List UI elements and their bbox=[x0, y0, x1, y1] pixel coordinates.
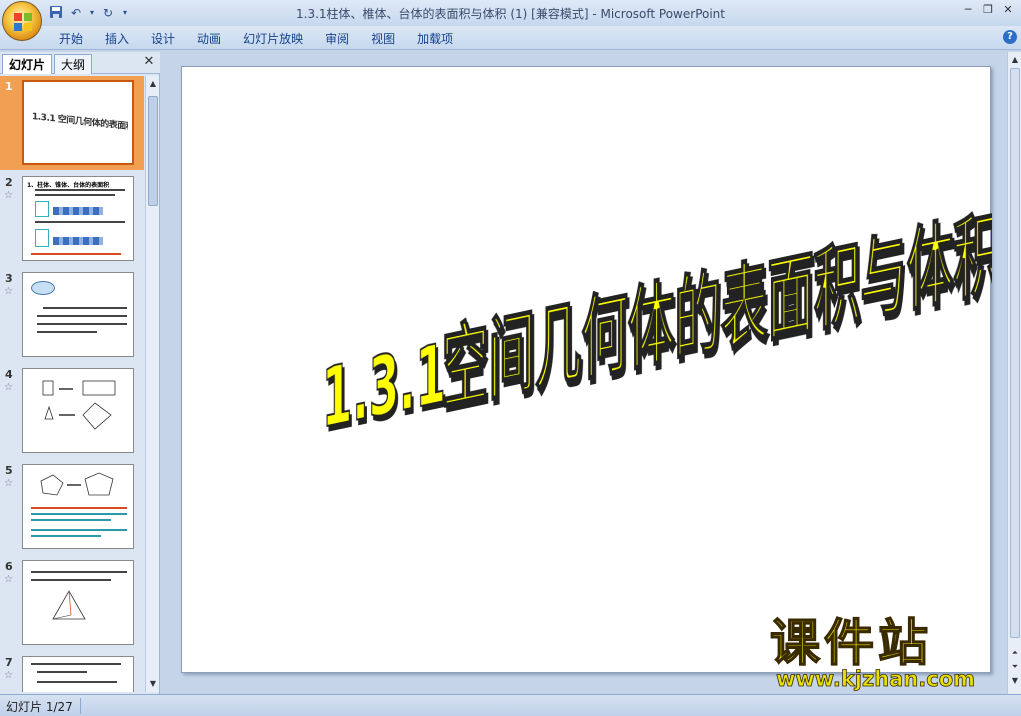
geometry-diagram bbox=[42, 380, 116, 430]
help-icon[interactable]: ? bbox=[1003, 30, 1017, 44]
previous-slide-icon[interactable]: ⏶ bbox=[1010, 648, 1020, 658]
minimize-icon[interactable]: ─ bbox=[959, 2, 977, 18]
transition-star-icon: ☆ bbox=[4, 382, 13, 393]
net-shape bbox=[53, 237, 103, 245]
tab-insert[interactable]: 插入 bbox=[94, 30, 140, 48]
scroll-up-icon[interactable]: ▲ bbox=[148, 79, 158, 89]
pane-tabs: 幻灯片 大纲 ✕ bbox=[0, 52, 160, 74]
office-logo-icon bbox=[14, 13, 32, 31]
slide-thumbnail-3[interactable]: 3 ☆ bbox=[0, 268, 144, 362]
thumb-heading: 1、柱体、锥体、台体的表面积 bbox=[27, 182, 110, 189]
tab-slideshow[interactable]: 幻灯片放映 bbox=[232, 30, 314, 48]
prism-shape bbox=[35, 201, 49, 217]
tab-slides[interactable]: 幻灯片 bbox=[2, 54, 53, 74]
geometry-diagram bbox=[31, 571, 127, 620]
slide-preview: 1、柱体、锥体、台体的表面积 bbox=[22, 176, 134, 261]
slide-number: 2 bbox=[5, 176, 13, 189]
slide-preview bbox=[22, 464, 134, 549]
transition-star-icon: ☆ bbox=[4, 670, 13, 681]
slide-preview: 1.3.1 空间几何体的表面积与体积 bbox=[22, 80, 134, 165]
tab-addins[interactable]: 加载项 bbox=[406, 30, 464, 48]
text-line bbox=[35, 221, 125, 223]
slide-preview bbox=[22, 272, 134, 357]
slide-preview bbox=[22, 656, 134, 692]
restore-icon[interactable]: ❐ bbox=[979, 2, 997, 18]
text-line bbox=[37, 323, 127, 325]
slide-thumbnail-1[interactable]: 1 1.3.1 空间几何体的表面积与体积 bbox=[0, 76, 144, 170]
close-pane-icon[interactable]: ✕ bbox=[142, 55, 156, 69]
title-number: 1.3.1 bbox=[322, 326, 446, 447]
tab-outline[interactable]: 大纲 bbox=[54, 54, 93, 74]
text-line bbox=[31, 663, 121, 665]
tab-view[interactable]: 视图 bbox=[360, 30, 406, 48]
slide-thumbnail-2[interactable]: 2 ☆ 1、柱体、锥体、台体的表面积 bbox=[0, 172, 144, 266]
slide-editor: 1.3.1 空间几何体的表面积与体积 bbox=[162, 52, 1007, 694]
slide-title-wordart[interactable]: 1.3.1 空间几何体的表面积与体积 bbox=[182, 67, 1000, 674]
slide-counter: 幻灯片 1/27 bbox=[6, 700, 73, 714]
slide-number: 1 bbox=[5, 80, 13, 93]
status-divider bbox=[80, 698, 81, 714]
status-bar: 幻灯片 1/27 bbox=[0, 694, 1021, 716]
scroll-down-icon[interactable]: ▼ bbox=[1010, 676, 1020, 686]
watermark-url: www.kjzhan.com bbox=[776, 667, 975, 691]
text-line bbox=[31, 253, 121, 255]
slide-preview bbox=[22, 368, 134, 453]
watermark-brand: 课件站 bbox=[770, 614, 932, 672]
scroll-thumb[interactable] bbox=[1010, 68, 1020, 638]
window-controls: ─ ❐ ✕ bbox=[959, 2, 1017, 18]
site-watermark: 课件站 www.kjzhan.com bbox=[764, 612, 1004, 692]
transition-star-icon: ☆ bbox=[4, 478, 13, 489]
ribbon-tabs: 开始 插入 设计 动画 幻灯片放映 审阅 视图 加载项 bbox=[48, 30, 464, 48]
slide-thumbnails: 1 1.3.1 空间几何体的表面积与体积 2 ☆ 1、柱体、锥体、台体的表面积 bbox=[0, 76, 144, 692]
scroll-down-icon[interactable]: ▼ bbox=[148, 679, 158, 689]
watermark-logo: 课件站 www.kjzhan.com bbox=[769, 613, 975, 691]
slide-number: 3 bbox=[5, 272, 13, 285]
text-line bbox=[37, 315, 127, 317]
slides-pane: 幻灯片 大纲 ✕ 1 1.3.1 空间几何体的表面积与体积 2 ☆ 1、柱体、锥… bbox=[0, 52, 160, 694]
text-line bbox=[35, 194, 115, 196]
slide-thumbnail-5[interactable]: 5 ☆ bbox=[0, 460, 144, 554]
slide-scrollbar[interactable]: ▲ ⏶ ⏷ ▼ bbox=[1007, 52, 1021, 694]
slide-number: 6 bbox=[5, 560, 13, 573]
tab-home[interactable]: 开始 bbox=[48, 30, 94, 48]
text-line bbox=[37, 671, 87, 673]
text-line bbox=[43, 307, 127, 309]
geometry-diagram bbox=[31, 472, 127, 537]
text-line bbox=[37, 331, 97, 333]
tab-animation[interactable]: 动画 bbox=[186, 30, 232, 48]
close-icon[interactable]: ✕ bbox=[999, 2, 1017, 18]
slide-thumbnail-6[interactable]: 6 ☆ bbox=[0, 556, 144, 650]
slide-thumbnail-7[interactable]: 7 ☆ bbox=[0, 652, 144, 692]
slide-number: 5 bbox=[5, 464, 13, 477]
thumb-title: 1.3.1 空间几何体的表面积与体积 bbox=[32, 111, 128, 133]
title-text: 空间几何体的表面积与体积 bbox=[442, 199, 992, 423]
transition-star-icon: ☆ bbox=[4, 190, 13, 201]
tab-review[interactable]: 审阅 bbox=[314, 30, 360, 48]
scroll-up-icon[interactable]: ▲ bbox=[1010, 55, 1020, 65]
slide-number: 7 bbox=[5, 656, 13, 669]
net-shape bbox=[53, 207, 103, 215]
scroll-thumb[interactable] bbox=[148, 96, 158, 206]
ribbon: 开始 插入 设计 动画 幻灯片放映 审阅 视图 加载项 ? bbox=[0, 26, 1021, 50]
text-line bbox=[37, 681, 117, 683]
transition-star-icon: ☆ bbox=[4, 286, 13, 297]
slide-thumbnail-4[interactable]: 4 ☆ bbox=[0, 364, 144, 458]
next-slide-icon[interactable]: ⏷ bbox=[1010, 662, 1020, 672]
text-line bbox=[35, 189, 125, 191]
slide-preview bbox=[22, 560, 134, 645]
thought-bubble-icon bbox=[31, 281, 55, 295]
cylinder-shape bbox=[35, 229, 49, 247]
office-button[interactable] bbox=[2, 1, 42, 41]
thumbnails-scrollbar[interactable]: ▲ ▼ bbox=[145, 76, 159, 692]
window-title: 1.3.1柱体、椎体、台体的表面积与体积 (1) [兼容模式] - Micros… bbox=[296, 7, 725, 21]
current-slide[interactable]: 1.3.1 空间几何体的表面积与体积 bbox=[181, 66, 1001, 674]
title-bar: ↶ ▾ ↻ ▾ 1.3.1柱体、椎体、台体的表面积与体积 (1) [兼容模式] … bbox=[0, 0, 1021, 41]
slide-number: 4 bbox=[5, 368, 13, 381]
transition-star-icon: ☆ bbox=[4, 574, 13, 585]
tab-design[interactable]: 设计 bbox=[140, 30, 186, 48]
